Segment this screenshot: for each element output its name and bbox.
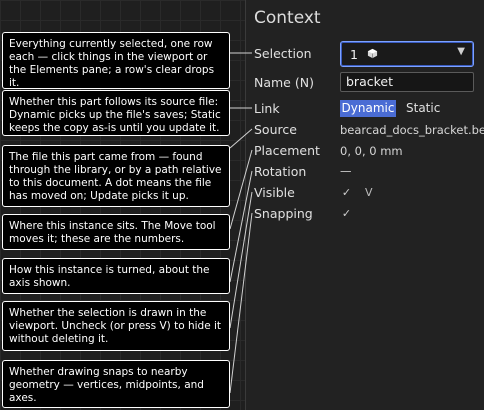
tooltip-selection: Everything currently selected, one row e… [2,32,230,89]
tooltip-snapping: Whether drawing snaps to nearby geometry… [2,360,230,408]
tooltip-source: The file this part came from — found thr… [2,145,230,207]
tooltip-link: Whether this part follows its source fil… [2,90,230,136]
tooltip-visible: Whether the selection is drawn in the vi… [2,301,230,351]
tooltip-placement: Where this instance sits. The Move tool … [2,214,230,250]
tooltip-rotation: How this instance is turned, about the a… [2,258,230,294]
